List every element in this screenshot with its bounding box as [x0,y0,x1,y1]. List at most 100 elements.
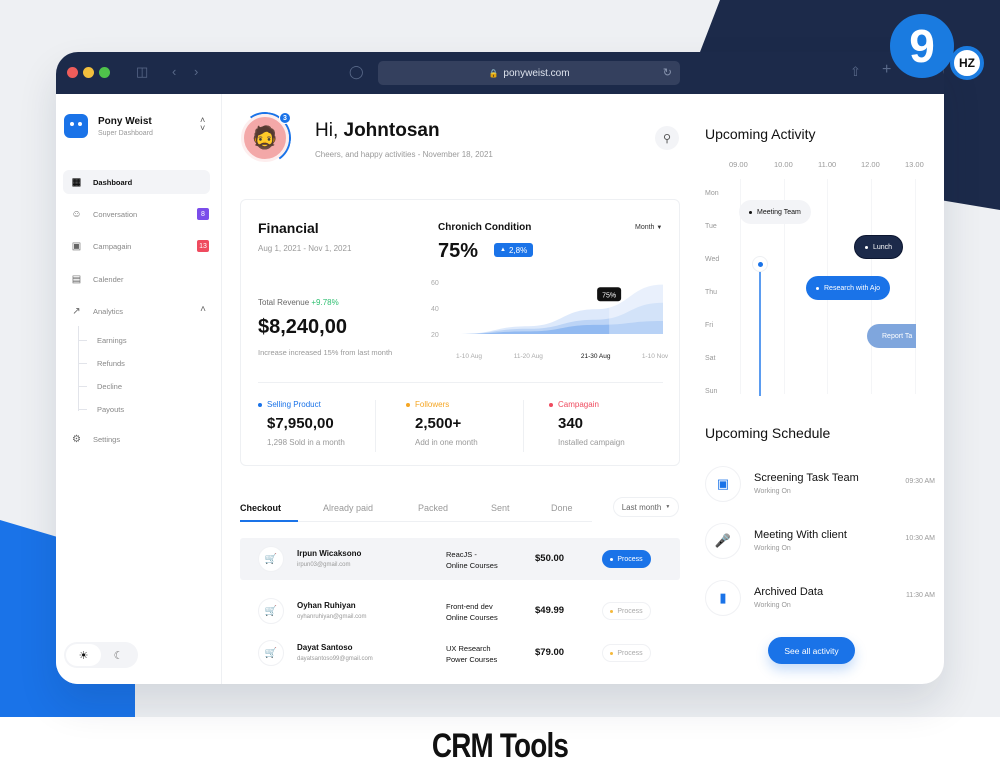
reload-icon[interactable]: ↻ [663,66,672,79]
course-line-1: UX Research [446,644,491,653]
y-tick-label: 20 [431,332,439,339]
hour-label: 11.00 [818,160,837,169]
caret-down-icon: ▼ [665,504,671,510]
brand-subtitle: Super Dashboard [98,129,153,137]
workspace-switch-icon[interactable]: ˄ ˅ [200,116,205,133]
caret-down-icon: ▼ [656,225,663,231]
grid-line [915,179,916,394]
brand[interactable]: Pony Weist Super Dashboard [64,114,153,138]
dot-icon [610,609,614,613]
see-all-activity-button[interactable]: See all activity [768,637,855,664]
process-button[interactable]: Process [602,644,651,662]
theme-toggle[interactable]: ☀ ☾ [64,642,138,668]
hour-label: 09.00 [729,160,748,169]
divider [258,382,663,383]
tab-already-paid[interactable]: Already paid [323,503,373,513]
analytics-icon: ↗ [72,305,81,317]
order-row[interactable]: 🛒 Dayat Santoso dayatsantoso99@gmail.com… [240,632,680,674]
process-button[interactable]: Process [602,602,651,620]
tab-packed[interactable]: Packed [418,503,448,513]
close-window-button[interactable] [67,67,78,78]
stat-value: 340 [558,415,584,432]
dot-icon [406,402,410,407]
process-label: Process [617,555,643,563]
stat-note: Add in one month [415,438,478,447]
tree-branch [78,386,87,387]
course-line-2: Power Courses [446,655,498,664]
orders-period-select[interactable]: Last month ▼ [613,497,679,517]
analytics-tree-line [78,326,79,411]
event-report[interactable]: Report Ta [867,324,916,348]
chevron-up-icon[interactable]: ˄ [200,304,206,315]
orders-period-value: Last month [621,502,662,512]
sidebar-subitem-earnings[interactable]: Earnings [97,336,127,345]
hour-label: 10.00 [774,160,793,169]
shield-icon[interactable]: ◯ [349,64,364,80]
sidebar-subitem-refunds[interactable]: Refunds [97,359,125,368]
main-content: 🧔 3 Hi, Johntosan Cheers, and happy acti… [223,94,693,684]
chronic-chart: 20 40 60 75% 1-10 Aug 11-20 Aug 21-30 Aug 1-10 … [431,276,669,360]
y-tick-label: 60 [431,280,439,287]
current-time-marker[interactable] [752,256,768,272]
order-row[interactable]: 🛒 Irpun Wicaksono irpun03@gmail.com Reac… [240,538,680,580]
tab-done[interactable]: Done [551,503,573,513]
maximize-window-button[interactable] [99,67,110,78]
moon-icon[interactable]: ☾ [101,644,136,666]
sidebar-item-label: Campagain [93,241,132,251]
stat-value: 2,500+ [415,415,462,432]
schedule-time: 10:30 AM [905,535,935,542]
sidebar-item-campaign[interactable]: ▣ Campagain 13 [63,234,210,258]
process-label: Process [617,607,643,615]
sun-icon[interactable]: ☀ [66,644,101,666]
schedule-item[interactable]: ▣ Screening Task Team Working On 09:30 A… [705,466,935,506]
greeting-prefix: Hi, [315,120,344,141]
period-select[interactable]: Month ▼ [635,224,662,231]
sidebar-subitem-payouts[interactable]: Payouts [97,405,124,414]
gear-icon: ⚙ [72,433,81,445]
search-button[interactable]: ⚲ [655,126,679,150]
schedule-status: Working On [754,545,791,552]
divider [375,400,376,452]
x-tick-label: 1-10 Aug [456,353,482,360]
new-tab-icon[interactable]: + [882,61,891,79]
event-research-with-ajo[interactable]: Research with Ajo [806,276,891,300]
sidebar-item-settings[interactable]: ⚙ Settings [63,427,210,451]
event-label: Meeting Team [757,208,801,216]
revenue-label-text: Total Revenue [258,298,312,307]
tree-branch [78,409,87,410]
course: Front-end dev Online Courses [446,601,516,623]
cart-icon: 🛒 [258,546,284,572]
process-button[interactable]: Process [602,550,651,568]
sidebar-item-dashboard[interactable]: ▦ Dashboard [63,170,210,194]
campaign-icon: ▣ [71,240,82,252]
dot-icon [258,402,262,407]
order-row[interactable]: 🛒 Oyhan Ruhiyan oyhanruhiyan@gmail.com F… [240,590,680,632]
sidebar-item-conversation[interactable]: ☺ Conversation 8 [63,202,210,226]
greeting: Hi, Johntosan [315,120,440,142]
event-lunch[interactable]: Lunch [854,235,904,259]
sidebar-item-calendar[interactable]: ▤ Calender [63,267,210,291]
sidebar-item-analytics[interactable]: ↗ Analytics ˄ [63,299,210,323]
financial-date-range: Aug 1, 2021 - Nov 1, 2021 [258,244,352,253]
sidebar-icon[interactable]: ◫ [136,64,148,80]
financial-title: Financial [258,220,319,236]
event-label: Research with Ajo [824,284,881,292]
future-overlay [609,276,663,334]
back-icon[interactable]: ‹ [172,64,176,79]
share-icon[interactable]: ⇧ [850,64,861,80]
total-revenue-label: Total Revenue +9.78% [258,298,339,307]
course-line-1: ReacJS - [446,550,477,559]
schedule-item[interactable]: ▮ Archived Data Working On 11:30 AM [705,580,935,620]
schedule-item[interactable]: 🎤 Meeting With client Working On 10:30 A… [705,523,935,563]
schedule-status: Working On [754,602,791,609]
microphone-icon: 🎤 [705,523,741,559]
event-meeting-team[interactable]: Meeting Team [739,200,811,224]
tab-sent[interactable]: Sent [491,503,510,513]
address-bar[interactable]: 🔒 ponyweist.com ↻ [378,61,680,85]
minimize-window-button[interactable] [83,67,94,78]
forward-icon[interactable]: › [194,64,198,79]
day-label: Thu [705,289,718,296]
revenue-change: +9.78% [311,298,339,307]
tab-checkout[interactable]: Checkout [240,503,281,513]
sidebar-subitem-decline[interactable]: Decline [97,382,122,391]
